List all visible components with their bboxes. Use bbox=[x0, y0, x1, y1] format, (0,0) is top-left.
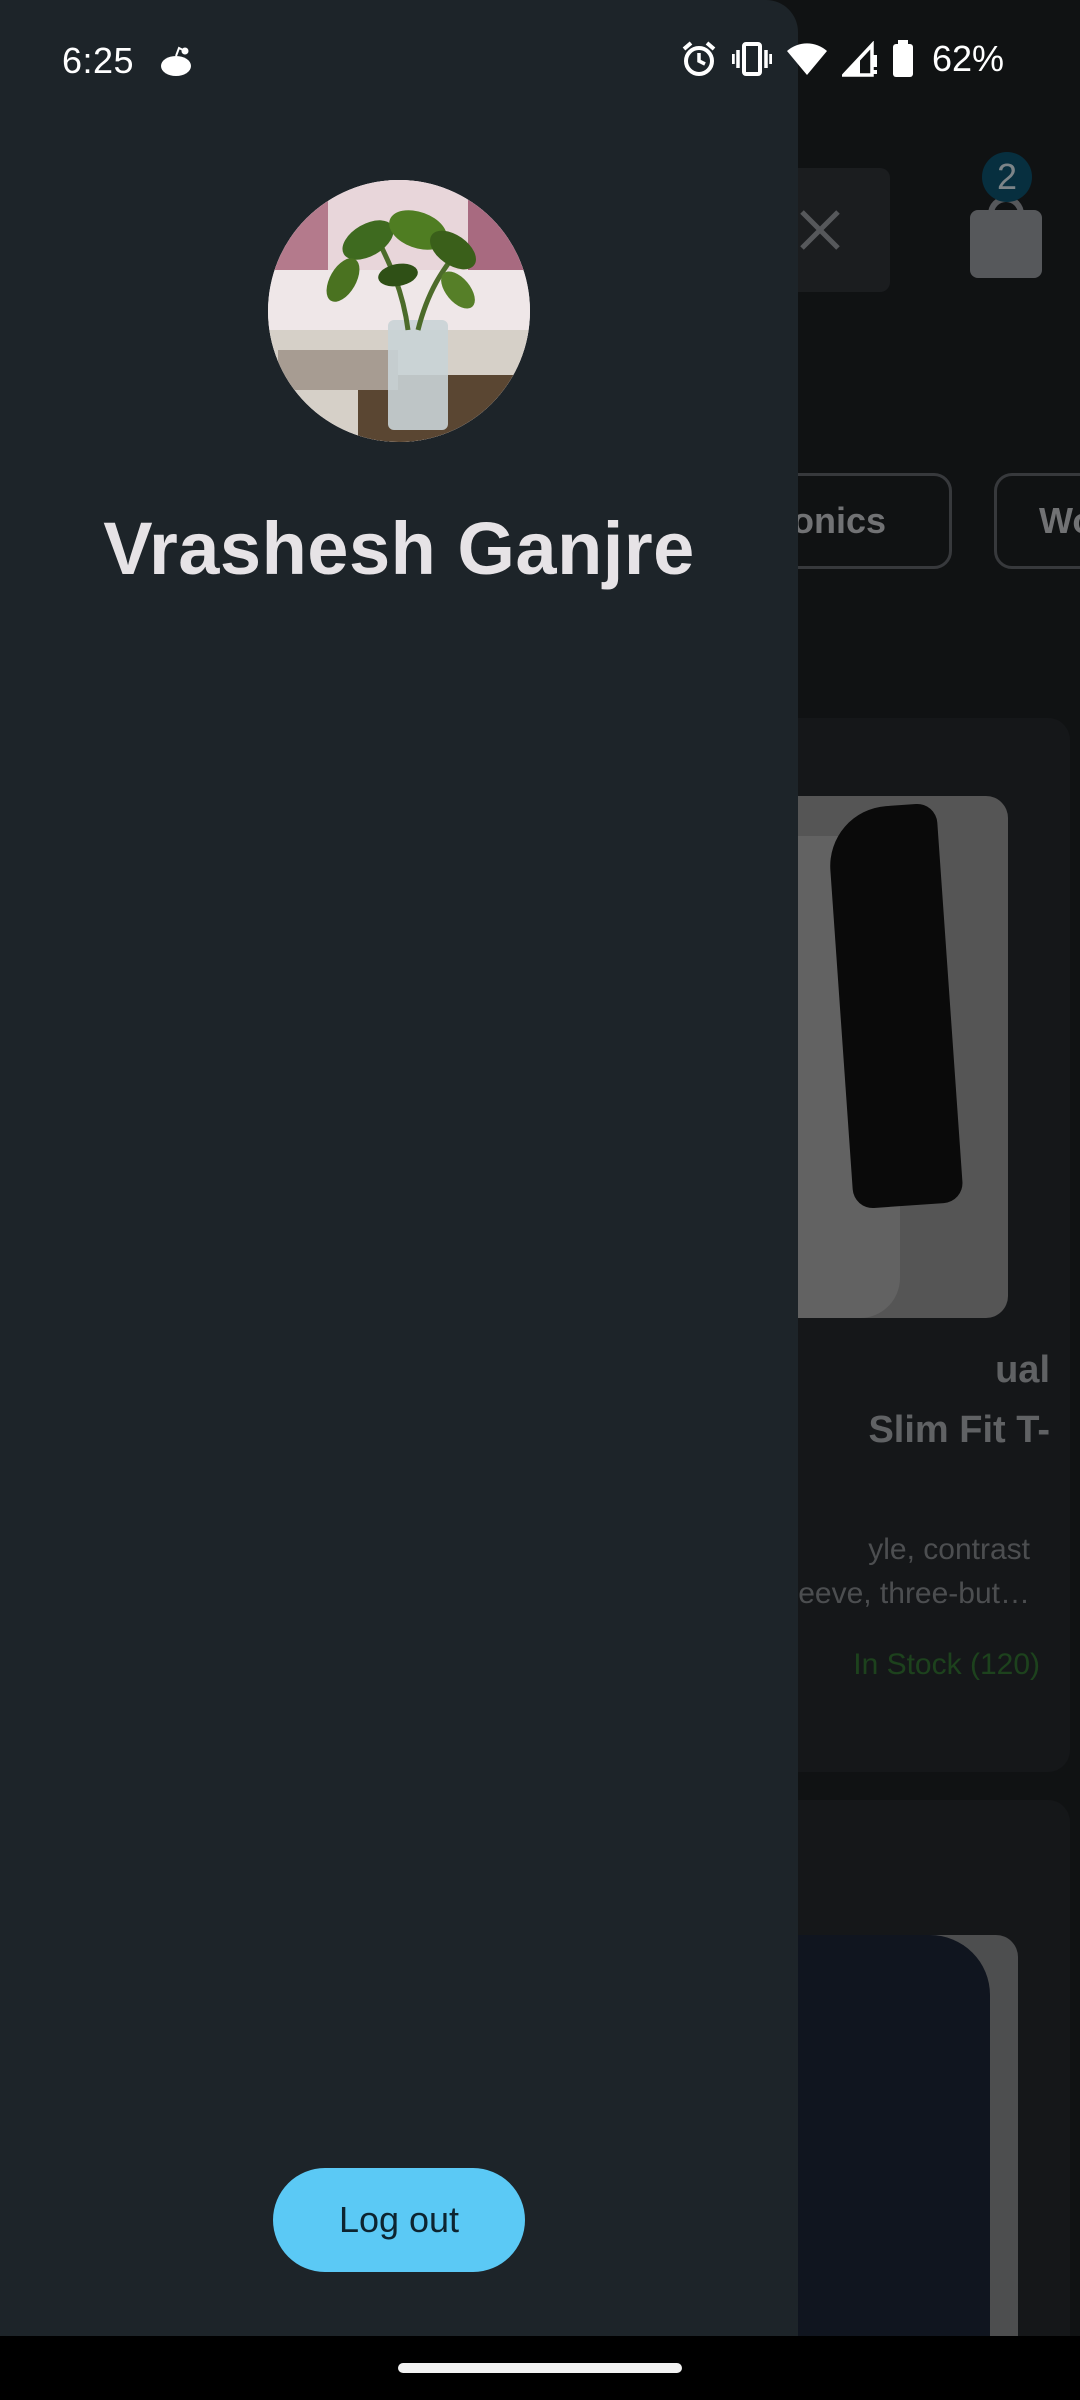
user-name: Vrashesh Ganjre bbox=[103, 507, 695, 590]
logout-button[interactable]: Log out bbox=[273, 2168, 525, 2272]
cellular-signal-icon bbox=[841, 41, 877, 77]
reddit-icon bbox=[161, 46, 191, 76]
vibrate-icon bbox=[731, 42, 772, 76]
navigation-drawer: Vrashesh Ganjre Log out bbox=[0, 0, 798, 2336]
status-time: 6:25 bbox=[62, 40, 135, 81]
avatar bbox=[268, 180, 530, 442]
status-bar: 6:25 62% bbox=[0, 0, 1080, 128]
wifi-icon bbox=[786, 43, 827, 75]
battery-percentage: 62% bbox=[931, 38, 1004, 79]
battery-icon bbox=[892, 40, 913, 77]
alarm-icon bbox=[682, 41, 716, 76]
home-indicator[interactable] bbox=[398, 2363, 682, 2373]
